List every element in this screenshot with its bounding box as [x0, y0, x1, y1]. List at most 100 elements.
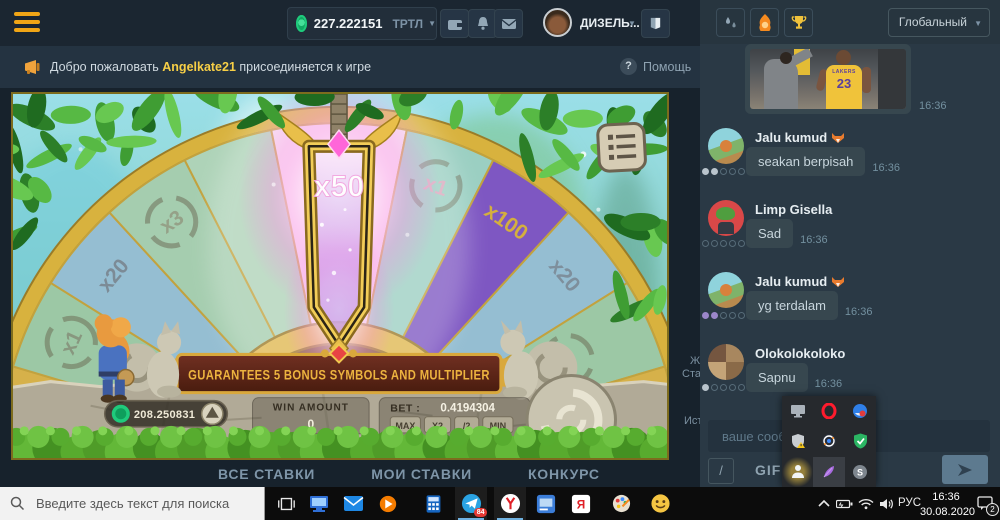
clock-date: 30.08.2020	[920, 505, 972, 520]
avatar[interactable]	[708, 272, 744, 308]
banner-text: GUARANTEES 5 BONUS SYMBOLS AND MULTIPLIE…	[188, 368, 490, 383]
chat-channel-select[interactable]: Глобальный▼	[888, 8, 990, 37]
win-amount-label: WIN AMOUNT	[273, 403, 349, 414]
balance-value: 227.222151	[314, 16, 383, 31]
game-frame: x1x20x3x1x100x20 x50	[11, 92, 669, 460]
screenshot-app-icon	[536, 494, 556, 514]
yandex-app-button[interactable]: Я	[565, 487, 597, 520]
message-time: 16:36	[872, 162, 900, 176]
message-bubble: seakan berpisah	[746, 147, 865, 176]
paint-app-button[interactable]	[605, 487, 637, 520]
media-player-button[interactable]	[372, 487, 404, 520]
message-author[interactable]: Olokolokoloko	[746, 344, 1000, 363]
user-level-dots	[702, 240, 748, 247]
screenshot-app-button[interactable]	[530, 487, 562, 520]
task-view-button[interactable]	[270, 487, 302, 520]
wheel-game-canvas: x1x20x3x1x100x20 x50	[13, 94, 667, 458]
wallet-button[interactable]	[440, 9, 469, 38]
mail-button[interactable]	[337, 487, 369, 520]
clock[interactable]: 16:36 30.08.2020	[920, 490, 972, 520]
my-computer-button[interactable]	[303, 487, 335, 520]
tab-contest[interactable]: КОНКУРС	[528, 466, 600, 482]
fox-emoji-icon	[831, 132, 845, 143]
calculator-icon	[424, 494, 443, 514]
slash-command-button[interactable]: /	[708, 458, 734, 484]
send-message-button[interactable]	[942, 455, 988, 484]
media-player-icon	[378, 494, 398, 514]
user-avatar[interactable]	[543, 8, 572, 37]
notification-bar: Добро пожаловать Angelkate21 присоединяе…	[0, 46, 700, 88]
yandex-browser-button[interactable]	[494, 487, 526, 520]
top-bar: 227.222151 ТРТЛ ▼ ДИЗЕЛЬ... ▼	[0, 0, 700, 46]
question-icon: ?	[620, 58, 637, 75]
volume-tray-button[interactable]	[876, 487, 898, 520]
avatar[interactable]	[708, 128, 744, 164]
gif-button[interactable]: GIF	[755, 462, 781, 478]
chat-header: Глобальный▼	[700, 0, 1000, 44]
svg-text:S: S	[857, 467, 863, 477]
contest-button[interactable]	[784, 8, 813, 37]
notifications-button[interactable]	[468, 9, 497, 38]
basketball-gif: LAKERS23	[750, 49, 906, 109]
balance-box[interactable]: 227.222151 ТРТЛ ▼	[287, 7, 437, 40]
blue-red-app-icon[interactable]	[845, 396, 876, 426]
game-menu-button[interactable]	[597, 123, 646, 172]
messages-button[interactable]	[494, 9, 523, 38]
chevron-down-icon: ▼	[428, 19, 436, 28]
feather-app-icon[interactable]	[813, 457, 844, 487]
chat-gif-message: LAKERS23 16:36	[745, 44, 1000, 114]
paintdotnet-icon[interactable]	[813, 426, 844, 456]
user-level-dots	[702, 384, 748, 391]
calculator-button[interactable]	[417, 487, 449, 520]
message-time: 16:36	[845, 306, 873, 320]
antivirus-shield-icon[interactable]	[845, 426, 876, 456]
message-bubble: Sapnu	[746, 363, 808, 392]
tray-expand-button[interactable]	[814, 487, 834, 520]
avatar[interactable]	[708, 200, 744, 236]
chevron-up-icon	[817, 499, 831, 509]
bonus-book-button[interactable]	[641, 9, 670, 38]
jersey-number: 23	[826, 76, 862, 91]
welcome-message: Добро пожаловать Angelkate21 присоединяе…	[50, 60, 371, 74]
wallet-icon	[447, 16, 463, 32]
message-author[interactable]: Jalu kumud	[746, 272, 1000, 291]
taskbar-search-input[interactable]	[0, 487, 265, 520]
clock-time: 16:36	[920, 490, 972, 505]
avatar[interactable]	[708, 344, 744, 380]
emoji-app-button[interactable]	[644, 487, 676, 520]
palette-icon	[611, 493, 632, 514]
message-author[interactable]: Limp Gisella	[746, 200, 1000, 219]
chat-messages-list: LAKERS23 16:36 Jalu kumud seakan berpisa…	[700, 44, 1000, 420]
skype-icon[interactable]: S	[845, 457, 876, 487]
person-app-icon[interactable]	[782, 457, 813, 487]
defender-warning-icon[interactable]	[782, 426, 813, 456]
help-button[interactable]: ? Помощь	[620, 58, 691, 75]
wheel-center-multiplier: x50	[314, 171, 364, 204]
tab-all-bets[interactable]: ВСЕ СТАВКИ	[218, 466, 315, 482]
chat-message: Jalu kumud yg terdalam 16:36	[700, 272, 1000, 334]
rain-icon	[723, 16, 739, 30]
telegram-button[interactable]: 84	[455, 487, 487, 520]
send-icon	[956, 462, 974, 478]
monitor-icon[interactable]	[782, 396, 813, 426]
list-icon	[608, 134, 636, 161]
battery-tray-button[interactable]	[834, 487, 856, 520]
message-author[interactable]: Jalu kumud	[746, 128, 1000, 147]
speaker-icon	[879, 498, 895, 510]
message-time: 16:36	[815, 378, 843, 392]
message-bubble: Sad	[746, 219, 793, 248]
bet-label: BET :	[390, 403, 420, 415]
message-time: 16:36	[800, 234, 828, 248]
tab-my-bets[interactable]: МОИ СТАВКИ	[371, 466, 472, 482]
yandex-app-icon: Я	[571, 494, 591, 514]
wifi-tray-button[interactable]	[855, 487, 877, 520]
action-center-badge: 2	[986, 503, 999, 516]
rain-button[interactable]	[716, 8, 745, 37]
gif-bubble[interactable]: LAKERS23	[745, 44, 911, 114]
opera-icon[interactable]	[813, 396, 844, 426]
megaphone-icon	[22, 59, 42, 75]
deposit-arrow-button[interactable]	[202, 403, 223, 424]
language-indicator[interactable]: РУС	[898, 497, 921, 509]
fire-bonus-button[interactable]	[750, 8, 779, 37]
hamburger-menu-icon[interactable]	[14, 12, 40, 34]
